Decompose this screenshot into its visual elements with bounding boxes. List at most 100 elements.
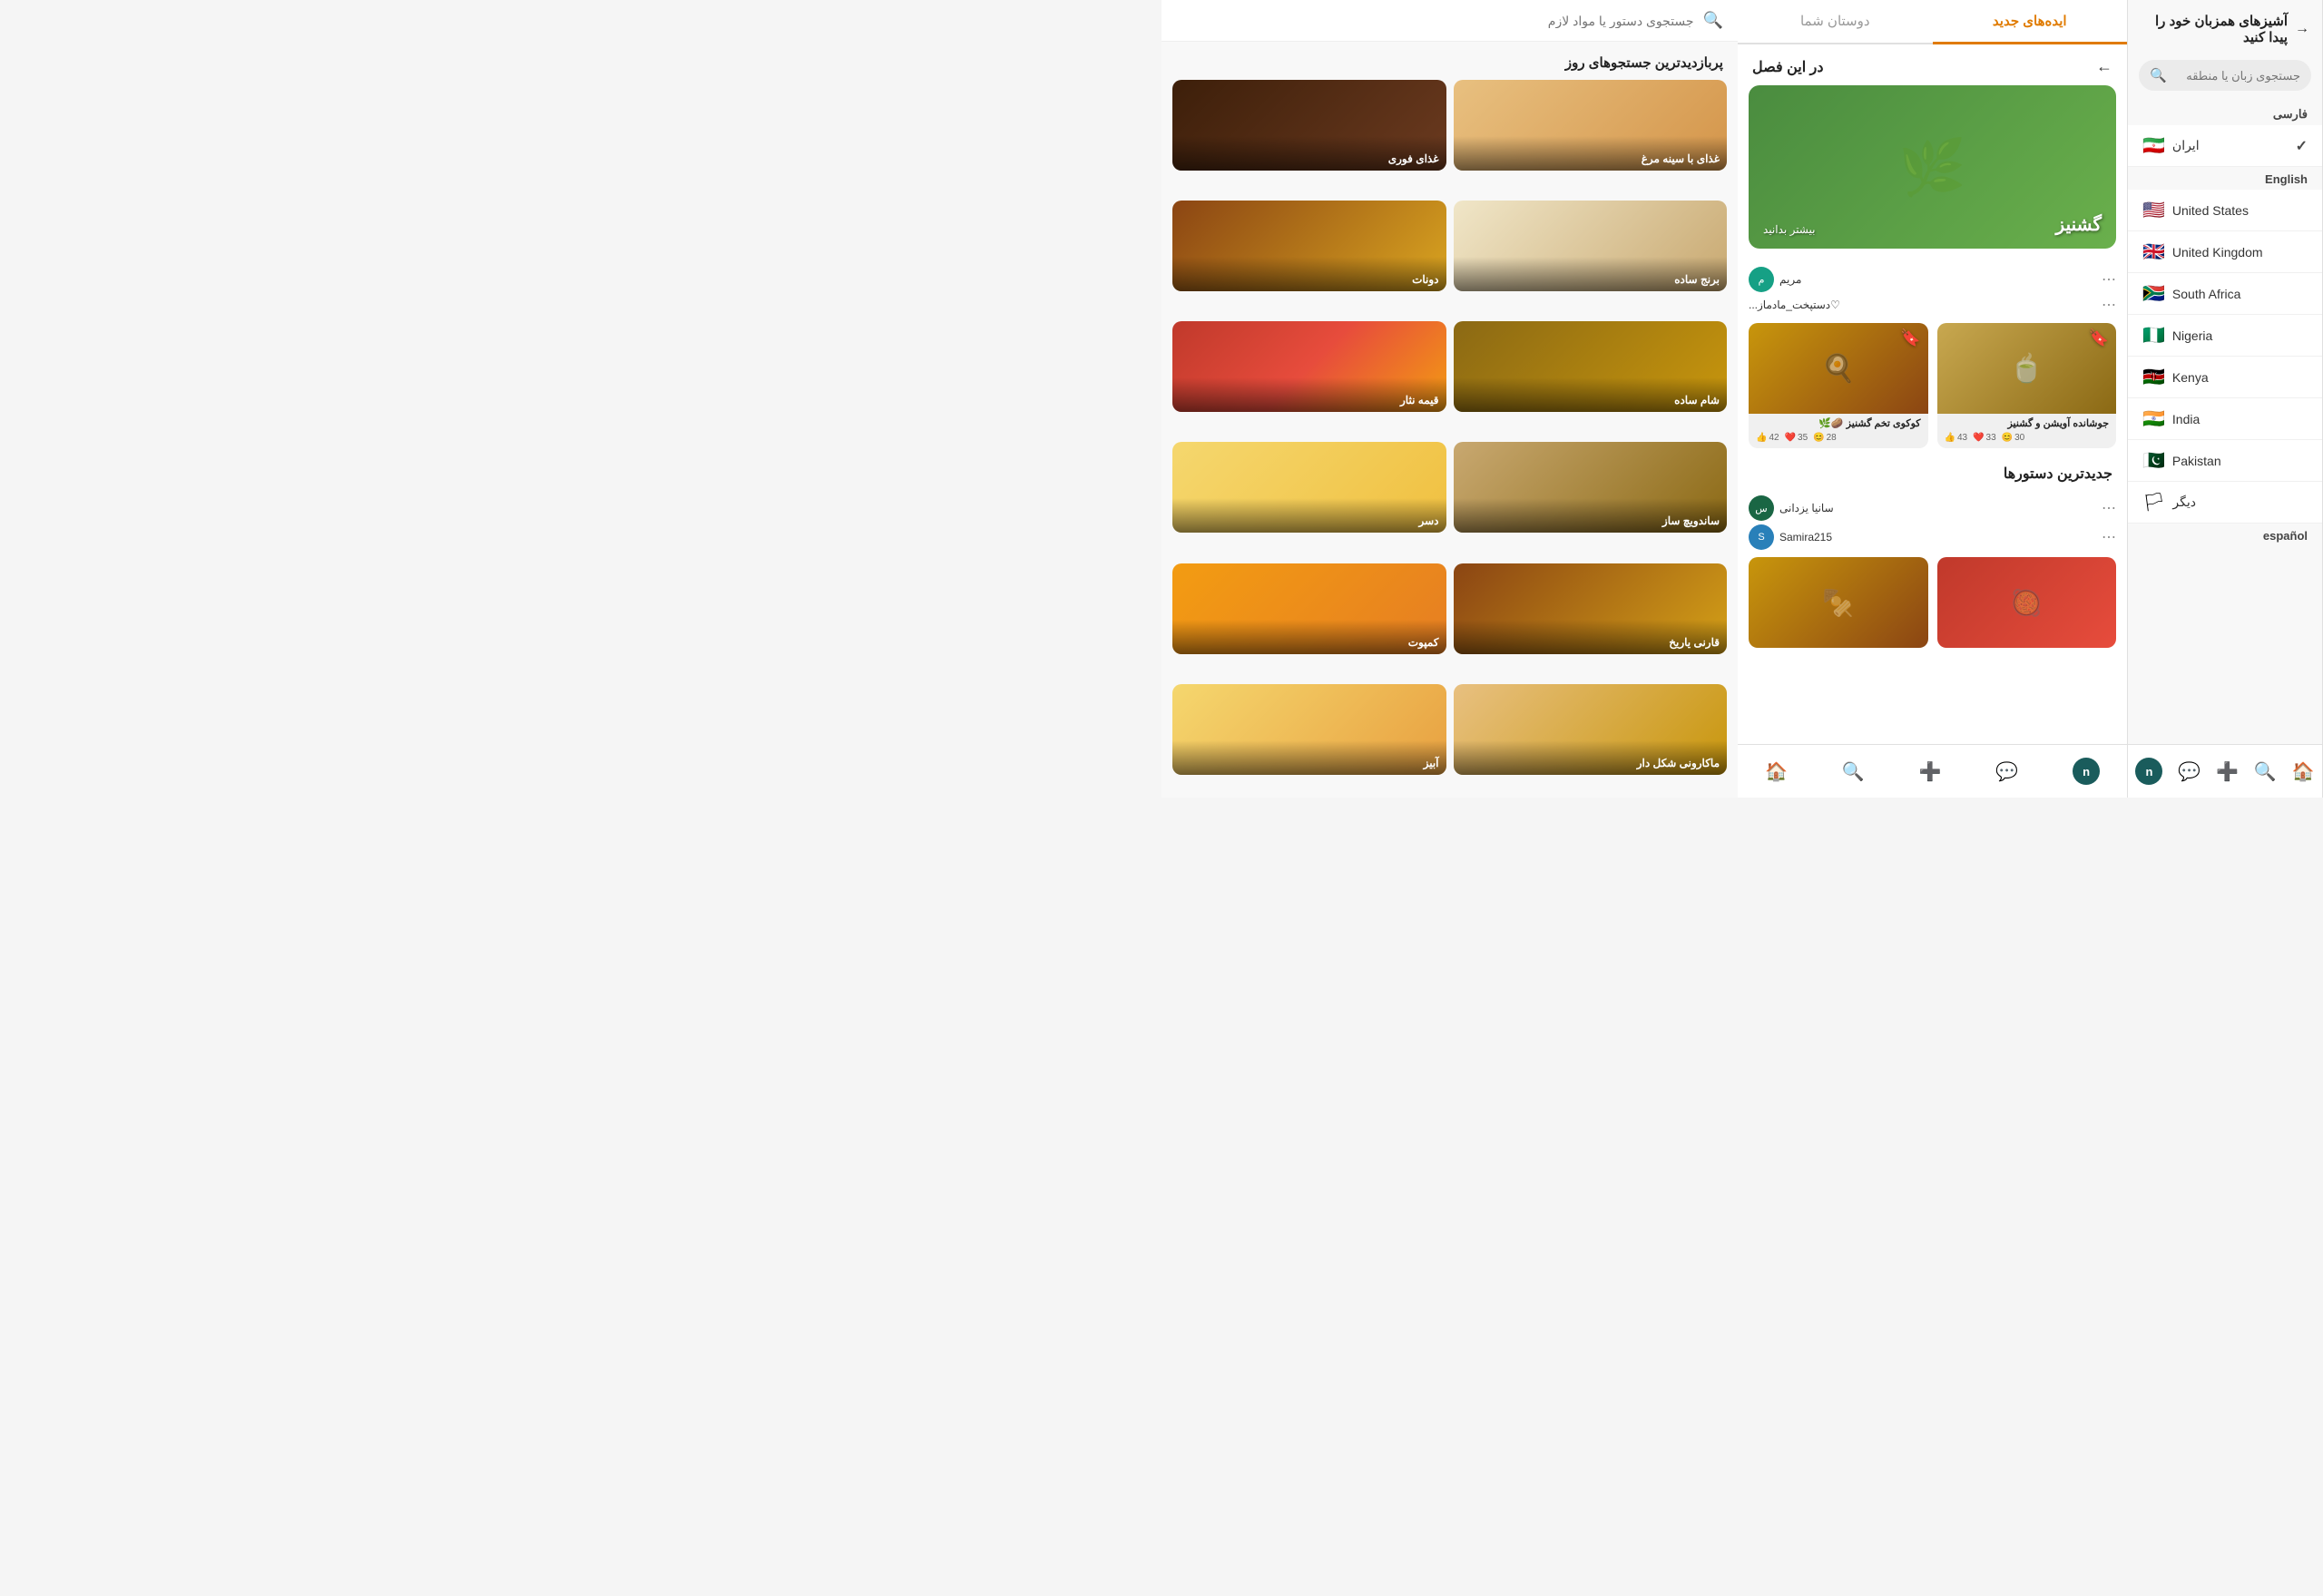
middle-content: ← در این فصل 🌿 گشنیز بیشتر بدانید ⋯ مریم…: [1738, 44, 2127, 744]
back-button[interactable]: ←: [2096, 57, 2112, 76]
stat-heart-emoji-tea: ❤️: [1973, 433, 1984, 443]
trend-label-dessert: دسر: [1172, 498, 1446, 533]
trend-label-chocolate: غذای فوری: [1172, 136, 1446, 171]
recipe-card-new-2-bg: 🍢: [1749, 557, 1928, 648]
right-panel: 🔍 پربازدیدترین جستجوهای روز غذای با سینه…: [1162, 0, 1738, 798]
chat-icon-mid: 💬: [1995, 760, 2018, 783]
trend-card-persimmon[interactable]: کمپوت: [1172, 563, 1446, 654]
nav-add-left[interactable]: ➕: [2209, 757, 2246, 787]
left-panel: → آشیزهای همزبان خود را پیدا کنید 🔍 فارس…: [2128, 0, 2323, 798]
hero-card[interactable]: 🌿 گشنیز بیشتر بدانید: [1749, 85, 2116, 249]
recipe-card-tea[interactable]: 🍵 🔖 جوشانده آویشن و گشنیز 30 😊 33 ❤️ 43: [1937, 323, 2117, 448]
nav-home-mid[interactable]: 🏠: [1758, 757, 1795, 787]
trend-card-rice[interactable]: برنج ساده: [1454, 201, 1728, 291]
profile-avatar-mid: n: [2073, 758, 2100, 785]
nav-home-left[interactable]: 🏠: [2285, 757, 2322, 787]
recipe-title-tea: جوشانده آویشن و گشنیز: [1937, 414, 2117, 431]
trend-card-pasta[interactable]: ماکارونی شکل دار: [1454, 684, 1728, 775]
flag-pk: 🇵🇰: [2142, 449, 2165, 472]
nav-search-mid[interactable]: 🔍: [1835, 757, 1872, 787]
left-header: → آشیزهای همزبان خود را پیدا کنید: [2128, 0, 2322, 54]
arrow-icon[interactable]: →: [2295, 21, 2309, 37]
lang-item-in[interactable]: India 🇮🇳: [2128, 398, 2322, 440]
stat-laugh-emoji-tea: 😊: [2002, 433, 2013, 443]
trend-card-stew[interactable]: شام ساده: [1454, 321, 1728, 412]
tab-new-ideas[interactable]: ایده‌های جدید: [1933, 0, 2128, 44]
stat-laugh-tea: 30 😊: [2002, 433, 2025, 443]
trending-title: پربازدیدترین جستجوهای روز: [1162, 42, 1738, 80]
recipe-meta-row-1: ⋯ مریم م: [1738, 259, 2127, 296]
stat-laugh-count-kotlet: 28: [1827, 433, 1837, 443]
stat-like-count-tea: 43: [1957, 433, 1967, 443]
section-label-english: English: [2128, 167, 2322, 190]
lang-name-other: دیگر: [2172, 494, 2196, 510]
bookmark-icon-kotlet[interactable]: 🔖: [1900, 328, 1920, 348]
flag-iran: 🇮🇷: [2142, 134, 2165, 157]
selected-checkmark: ✓: [2296, 137, 2308, 155]
nav-search-left[interactable]: 🔍: [2247, 757, 2284, 787]
language-search-input[interactable]: [2174, 69, 2300, 83]
right-search-input[interactable]: [1176, 14, 1694, 28]
lang-item-other[interactable]: دیگر 🏳: [2128, 482, 2322, 524]
lang-name-iran: ایران: [2172, 138, 2200, 153]
trend-card-broth[interactable]: آبیز: [1172, 684, 1446, 775]
home-icon-left: 🏠: [2292, 760, 2315, 783]
recipe-cards-grid: 🍵 🔖 جوشانده آویشن و گشنیز 30 😊 33 ❤️ 43: [1738, 318, 2127, 454]
recipe-card-new-2[interactable]: 🍢: [1749, 557, 1928, 648]
nav-chat-left[interactable]: 💬: [2171, 757, 2208, 787]
more-options-2[interactable]: ⋯: [2102, 499, 2116, 517]
nav-chat-mid[interactable]: 💬: [1988, 757, 2025, 787]
trend-card-donut[interactable]: دونات: [1172, 201, 1446, 291]
tab-friends[interactable]: دوستان شما: [1738, 0, 1933, 43]
more-options-2b[interactable]: ⋯: [2102, 528, 2116, 546]
trend-label-stew: شام ساده: [1454, 377, 1728, 412]
lang-item-pk[interactable]: Pakistan 🇵🇰: [2128, 440, 2322, 482]
nav-profile-mid[interactable]: n: [2065, 754, 2107, 788]
newest-cards-grid: 🥘 🍢: [1738, 553, 2127, 651]
lang-item-ke[interactable]: Kenya 🇰🇪: [2128, 357, 2322, 398]
tabs-row: ایده‌های جدید دوستان شما: [1738, 0, 2127, 44]
bottom-nav-middle: n 💬 ➕ 🔍 🏠: [1738, 744, 2127, 798]
more-options-1b[interactable]: ⋯: [2102, 296, 2116, 314]
trend-card-dessert[interactable]: دسر: [1172, 442, 1446, 533]
trend-card-pomegranate[interactable]: قیمه نثار: [1172, 321, 1446, 412]
flag-ke: 🇰🇪: [2142, 366, 2165, 388]
profile-avatar-left: n: [2135, 758, 2162, 785]
flag-uk: 🇬🇧: [2142, 240, 2165, 263]
bookmark-icon-tea[interactable]: 🔖: [2089, 328, 2109, 348]
user-info-2: سانیا یزدانی س: [1749, 495, 1834, 521]
more-options-1[interactable]: ⋯: [2102, 270, 2116, 289]
nav-add-mid[interactable]: ➕: [1912, 757, 1949, 787]
lang-name-pk: Pakistan: [2172, 454, 2221, 468]
lang-name-uk: United Kingdom: [2172, 245, 2263, 259]
lang-item-us[interactable]: United States 🇺🇸: [2128, 190, 2322, 231]
search-icon-right: 🔍: [1703, 11, 1723, 30]
lang-item-ng[interactable]: Nigeria 🇳🇬: [2128, 315, 2322, 357]
recipe-meta-row-2b: ⋯ Samira215 S: [1738, 524, 2127, 553]
stat-like-tea: 43 👍: [1945, 433, 1968, 443]
flag-us: 🇺🇸: [2142, 199, 2165, 221]
trend-card-chicken[interactable]: غذای با سینه مرغ: [1454, 80, 1728, 171]
language-search[interactable]: 🔍: [2139, 60, 2311, 91]
home-icon-mid: 🏠: [1765, 760, 1788, 783]
trend-card-turnip[interactable]: قارنی یاریخ: [1454, 563, 1728, 654]
lang-item-za[interactable]: South Africa 🇿🇦: [2128, 273, 2322, 315]
recipe-card-new-1-bg: 🥘: [1937, 557, 2117, 648]
bottom-nav-left: 🏠 🔍 ➕ 💬 n: [2128, 744, 2322, 798]
lang-item-uk[interactable]: United Kingdom 🇬🇧: [2128, 231, 2322, 273]
lang-name-in: India: [2172, 412, 2200, 426]
stat-like-emoji-kotlet: 👍: [1756, 433, 1767, 443]
trend-label-donut: دونات: [1172, 257, 1446, 291]
in-season-header: ← در این فصل: [1738, 44, 2127, 85]
flag-in: 🇮🇳: [2142, 407, 2165, 430]
stat-heart-tea: 33 ❤️: [1973, 433, 1996, 443]
recipe-card-new-1[interactable]: 🥘: [1937, 557, 2117, 648]
trend-card-sandwich[interactable]: ساندویچ ساز: [1454, 442, 1728, 533]
trending-grid: غذای با سینه مرغ غذای فوری برنج ساده دون…: [1162, 80, 1738, 798]
stat-like-count-kotlet: 42: [1769, 433, 1779, 443]
lang-item-iran[interactable]: ✓ ایران 🇮🇷: [2128, 125, 2322, 167]
recipe-card-kotlet[interactable]: 🍳 🔖 کوکوی تخم گشنیز 🥔🌿 28 😊 35 ❤️ 42: [1749, 323, 1928, 448]
lang-name-ke: Kenya: [2172, 370, 2209, 385]
trend-card-chocolate[interactable]: غذای فوری: [1172, 80, 1446, 171]
nav-profile-left[interactable]: n: [2128, 754, 2170, 788]
